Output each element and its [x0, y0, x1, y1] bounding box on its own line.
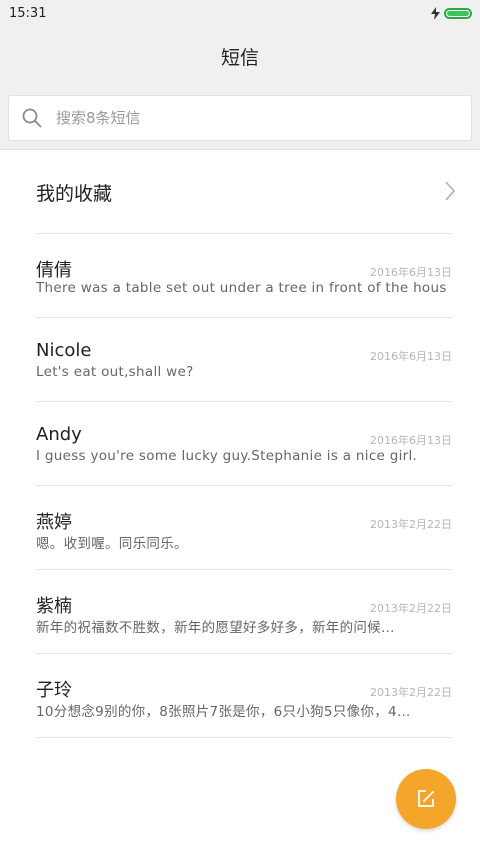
conversation-name: 子玲: [36, 680, 72, 701]
conversation-preview: I guess you're some lucky guy.Stephanie …: [36, 448, 418, 464]
divider: [36, 737, 452, 738]
conversation-date: 2016年6月13日: [370, 266, 452, 279]
conversation-item[interactable]: 倩倩 2016年6月13日 There was a table set out …: [0, 234, 480, 318]
favorites-label: 我的收藏: [36, 182, 113, 205]
search-box[interactable]: [8, 95, 472, 141]
conversation-item[interactable]: Andy 2016年6月13日 I guess you're some luck…: [0, 402, 480, 486]
conversation-name: 燕婷: [36, 512, 72, 533]
search-icon: [22, 108, 42, 128]
conversation-date: 2013年2月22日: [370, 518, 452, 531]
compose-button[interactable]: [396, 769, 456, 829]
conversation-preview: Let's eat out,shall we?: [36, 364, 194, 380]
charging-icon: [431, 6, 440, 20]
conversation-date: 2016年6月13日: [370, 434, 452, 447]
app-header: 短信: [0, 26, 480, 86]
conversation-item[interactable]: Nicole 2016年6月13日 Let's eat out,shall we…: [0, 318, 480, 402]
chevron-right-icon: [445, 181, 456, 201]
conversation-preview: 嗯。收到喔。同乐同乐。: [36, 536, 188, 552]
battery-icon: [444, 7, 472, 19]
page-title: 短信: [220, 46, 259, 69]
conversation-date: 2016年6月13日: [370, 350, 452, 363]
conversation-date: 2013年2月22日: [370, 602, 452, 615]
conversation-item[interactable]: 子玲 2013年2月22日 10分想念9别的你，8张照片7张是你，6只小狗5只像…: [0, 654, 480, 738]
conversation-preview: 新年的祝福数不胜数，新年的愿望好多好多，新年的问候…: [36, 620, 395, 636]
conversation-name: 倩倩: [36, 260, 72, 281]
search-input[interactable]: [54, 108, 438, 128]
status-indicators: [431, 6, 472, 20]
conversation-item[interactable]: 燕婷 2013年2月22日 嗯。收到喔。同乐同乐。: [0, 486, 480, 570]
compose-icon: [418, 790, 434, 807]
status-bar: 15:31: [0, 0, 480, 26]
conversation-name: Andy: [36, 424, 82, 445]
search-bar: [0, 86, 480, 150]
conversation-name: 紫楠: [36, 596, 72, 617]
conversation-name: Nicole: [36, 340, 92, 361]
favorites-row[interactable]: 我的收藏: [0, 150, 480, 234]
status-time: 15:31: [9, 5, 47, 21]
conversation-item[interactable]: 紫楠 2013年2月22日 新年的祝福数不胜数，新年的愿望好多好多，新年的问候…: [0, 570, 480, 654]
conversation-preview: There was a table set out under a tree i…: [36, 280, 447, 296]
battery-level: [447, 10, 469, 16]
conversation-date: 2013年2月22日: [370, 686, 452, 699]
conversation-preview: 10分想念9别的你，8张照片7张是你，6只小狗5只像你，4…: [36, 704, 411, 720]
